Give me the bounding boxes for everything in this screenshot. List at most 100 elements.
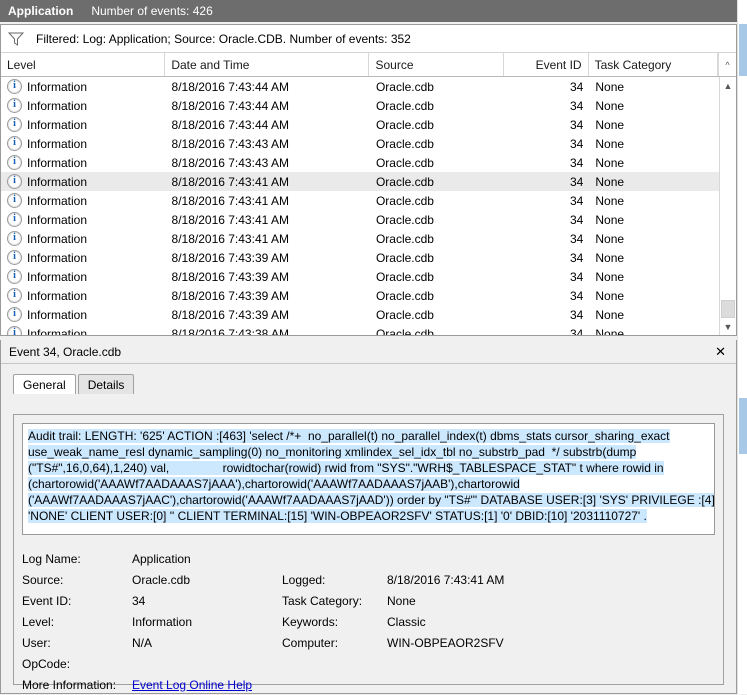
cell-task-category: None — [589, 153, 719, 172]
cell-source: Oracle.cdb — [370, 134, 505, 153]
metadata-row-log-name: Log Name: Application — [22, 548, 715, 569]
cell-level: Information — [1, 191, 166, 210]
table-row[interactable]: Information8/18/2016 7:43:41 AMOracle.cd… — [1, 172, 719, 191]
column-header-level[interactable]: Level — [1, 53, 165, 76]
information-icon — [7, 193, 22, 208]
scroll-down-arrow-icon[interactable]: ▼ — [720, 318, 736, 335]
event-count-label: Number of events: 426 — [91, 4, 212, 18]
cell-datetime: 8/18/2016 7:43:41 AM — [166, 229, 370, 248]
level-text: Information — [27, 99, 87, 113]
window-scrollbar-thumb-lower[interactable] — [739, 398, 747, 454]
level-text: Information — [27, 118, 87, 132]
level-text: Information — [27, 175, 87, 189]
cell-event-id: 34 — [505, 134, 590, 153]
cell-source: Oracle.cdb — [370, 115, 505, 134]
sort-indicator-icon[interactable]: ^ — [718, 53, 736, 76]
cell-source: Oracle.cdb — [370, 286, 505, 305]
column-header-event-id[interactable]: Event ID — [504, 53, 589, 76]
information-icon — [7, 326, 22, 335]
cell-task-category: None — [589, 248, 719, 267]
cell-event-id: 34 — [505, 210, 590, 229]
table-row[interactable]: Information8/18/2016 7:43:39 AMOracle.cd… — [1, 305, 719, 324]
close-icon[interactable]: ✕ — [713, 345, 728, 358]
cell-datetime: 8/18/2016 7:43:39 AM — [166, 267, 370, 286]
information-icon — [7, 79, 22, 94]
cell-event-id: 34 — [505, 191, 590, 210]
cell-level: Information — [1, 324, 166, 335]
filter-status-bar[interactable]: Filtered: Log: Application; Source: Orac… — [1, 25, 736, 53]
level-text: Information — [27, 289, 87, 303]
column-header-task-category[interactable]: Task Category — [589, 53, 718, 76]
table-row[interactable]: Information8/18/2016 7:43:44 AMOracle.cd… — [1, 77, 719, 96]
table-row[interactable]: Information8/18/2016 7:43:41 AMOracle.cd… — [1, 191, 719, 210]
level-text: Information — [27, 308, 87, 322]
cell-level: Information — [1, 248, 166, 267]
table-row[interactable]: Information8/18/2016 7:43:41 AMOracle.cd… — [1, 229, 719, 248]
cell-event-id: 34 — [505, 96, 590, 115]
scroll-up-arrow-icon[interactable]: ▲ — [720, 77, 736, 94]
tab-details[interactable]: Details — [78, 374, 135, 394]
table-row[interactable]: Information8/18/2016 7:43:39 AMOracle.cd… — [1, 267, 719, 286]
cell-level: Information — [1, 267, 166, 286]
filter-description: Filtered: Log: Application; Source: Orac… — [36, 32, 411, 46]
column-header-datetime[interactable]: Date and Time — [165, 53, 369, 76]
window-vertical-scrollbar[interactable] — [737, 0, 747, 694]
cell-event-id: 34 — [505, 267, 590, 286]
logged-value: 8/18/2016 7:43:41 AM — [387, 573, 715, 587]
cell-task-category: None — [589, 267, 719, 286]
cell-source: Oracle.cdb — [370, 248, 505, 267]
tab-general[interactable]: General — [13, 374, 76, 394]
keywords-label: Keywords: — [282, 615, 387, 629]
cell-source: Oracle.cdb — [370, 153, 505, 172]
table-row[interactable]: Information8/18/2016 7:43:43 AMOracle.cd… — [1, 134, 719, 153]
cell-task-category: None — [589, 77, 719, 96]
cell-datetime: 8/18/2016 7:43:44 AM — [166, 96, 370, 115]
cell-task-category: None — [589, 229, 719, 248]
table-row[interactable]: Information8/18/2016 7:43:38 AMOracle.cd… — [1, 324, 719, 335]
cell-event-id: 34 — [505, 305, 590, 324]
list-header-row: Level Date and Time Source Event ID Task… — [1, 53, 736, 77]
cell-datetime: 8/18/2016 7:43:43 AM — [166, 153, 370, 172]
funnel-icon — [8, 32, 24, 46]
information-icon — [7, 288, 22, 303]
scrollbar-track[interactable] — [720, 94, 736, 318]
cell-datetime: 8/18/2016 7:43:43 AM — [166, 134, 370, 153]
table-row[interactable]: Information 8/18/2016 7:43:43 AMOracle.cd… — [1, 153, 719, 172]
event-log-online-help-link[interactable]: Event Log Online Help — [132, 678, 252, 692]
log-name-label: Log Name: — [22, 552, 132, 566]
user-value: N/A — [132, 636, 282, 650]
computer-label: Computer: — [282, 636, 387, 650]
information-icon — [7, 250, 22, 265]
level-text: Information — [27, 156, 87, 170]
information-icon — [7, 155, 22, 170]
list-vertical-scrollbar[interactable]: ▲ ▼ — [719, 77, 736, 335]
table-row[interactable]: Information8/18/2016 7:43:41 AMOracle.cd… — [1, 210, 719, 229]
cell-event-id: 34 — [505, 286, 590, 305]
table-row[interactable]: Information8/18/2016 7:43:44 AMOracle.cd… — [1, 115, 719, 134]
computer-value: WIN-OBPEAOR2SFV — [387, 636, 715, 650]
source-label: Source: — [22, 573, 132, 587]
tab-content-general: Audit trail: LENGTH: '625' ACTION :[463]… — [13, 414, 724, 685]
table-row[interactable]: Information 8/18/2016 7:43:39 AMOracle.cd… — [1, 286, 719, 305]
column-header-source[interactable]: Source — [369, 53, 503, 76]
detail-tabs: General Details — [1, 372, 736, 394]
event-id-value: 34 — [132, 594, 282, 608]
scrollbar-thumb[interactable] — [721, 300, 735, 318]
detail-header: Event 34, Oracle.cdb ✕ — [1, 340, 736, 364]
window-scrollbar-thumb-upper[interactable] — [739, 24, 747, 76]
table-row[interactable]: Information8/18/2016 7:43:39 AMOracle.cd… — [1, 248, 719, 267]
cell-level: Information — [1, 134, 166, 153]
table-row[interactable]: Information8/18/2016 7:43:44 AMOracle.cd… — [1, 96, 719, 115]
cell-datetime: 8/18/2016 7:43:39 AM — [166, 286, 370, 305]
metadata-row-opcode: OpCode: — [22, 653, 715, 674]
event-description-box[interactable]: Audit trail: LENGTH: '625' ACTION :[463]… — [22, 423, 715, 535]
cell-level: Information — [1, 229, 166, 248]
log-name-value: Application — [132, 552, 282, 566]
cell-level: Information — [1, 286, 166, 305]
cell-event-id: 34 — [505, 77, 590, 96]
information-icon — [7, 307, 22, 322]
information-icon — [7, 174, 22, 189]
cell-datetime: 8/18/2016 7:43:38 AM — [166, 324, 370, 335]
audit-line: use_weak_name_resl dynamic_sampling(0) n… — [28, 444, 709, 460]
cell-level: Information — [1, 172, 166, 191]
